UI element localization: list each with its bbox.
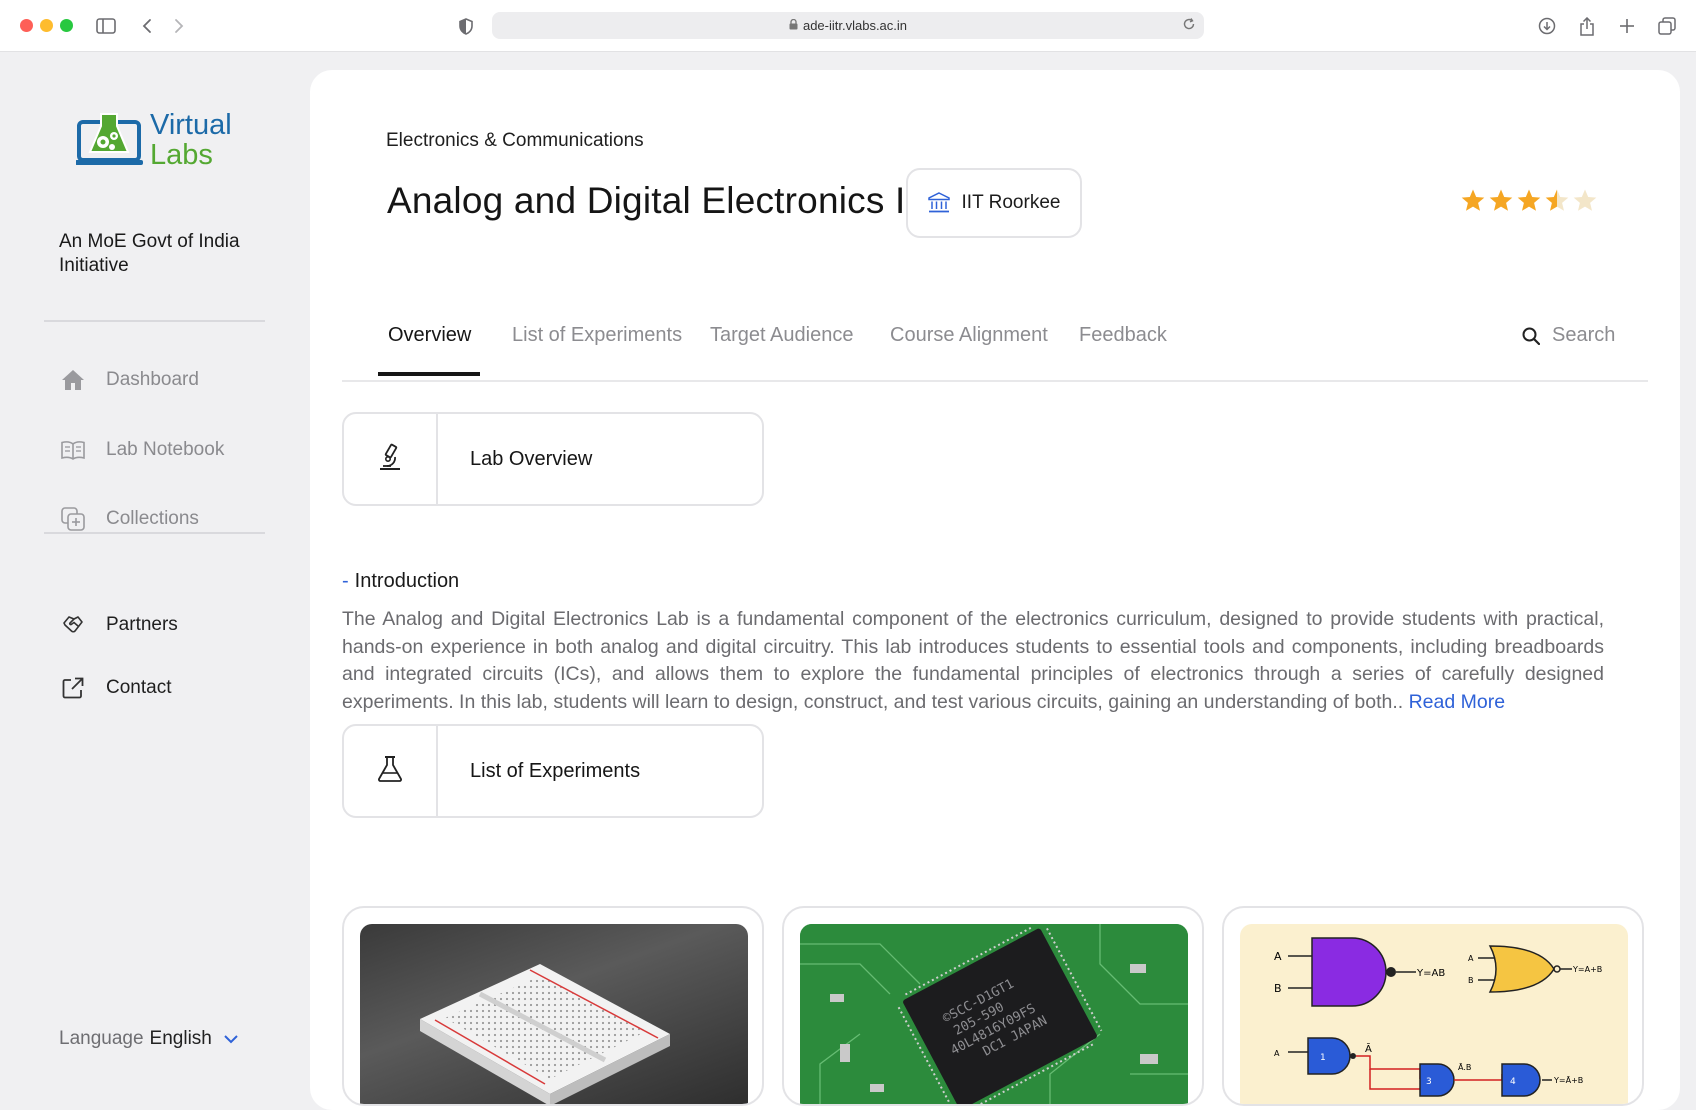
notebook-icon (58, 435, 88, 465)
logic-gates-image: A B Y=AB A B Y=A+B A 1 Ā 3 Ā.B 4 Y=Ā+B (1240, 924, 1628, 1104)
gate-label: Ā.B (1458, 1062, 1471, 1072)
chevron-down-icon (224, 1028, 238, 1050)
active-tab-indicator (378, 372, 480, 376)
new-tab-icon[interactable] (1613, 12, 1641, 40)
search-label: Search (1552, 324, 1616, 346)
initiative-text: An MoE Govt of India Initiative (59, 231, 240, 276)
institute-chip[interactable]: IIT Roorkee (906, 168, 1082, 238)
ic-chip-image: ©SCC-D1GT1 205-590 40L4816Y09FS DC1 JAPA… (800, 924, 1188, 1104)
sidebar-item-lab-notebook[interactable]: Lab Notebook (58, 430, 224, 470)
tab-target-audience[interactable]: Target Audience (710, 324, 853, 347)
beaker-icon (377, 755, 403, 788)
tab-feedback[interactable]: Feedback (1079, 324, 1167, 347)
star-icon (1573, 189, 1597, 211)
external-link-icon (58, 673, 88, 703)
breadboard-image (360, 924, 748, 1104)
sidebar-item-partners[interactable]: Partners (58, 605, 178, 645)
microscope-icon (377, 443, 403, 476)
sidebar-item-dashboard[interactable]: Dashboard (58, 360, 199, 400)
tab-overview[interactable]: Overview (388, 324, 471, 347)
gate-label: B (1468, 976, 1474, 985)
home-icon (58, 365, 88, 395)
sidebar-item-label: Contact (106, 677, 172, 698)
sidebar-item-label: Dashboard (106, 369, 199, 390)
star-icon (1517, 189, 1541, 211)
star-icon (1545, 189, 1569, 211)
collections-icon (58, 504, 88, 534)
page-title: Analog and Digital Electronics I (387, 180, 906, 221)
sidebar-item-label: Collections (106, 508, 199, 529)
gate-label: Y=AB (1416, 968, 1445, 979)
sidebar-divider (44, 532, 265, 534)
download-icon[interactable] (1533, 12, 1561, 40)
list-of-experiments-header[interactable]: List of Experiments (342, 724, 764, 818)
search-button[interactable]: Search (1522, 324, 1615, 347)
language-value: English (149, 1028, 212, 1049)
address-bar[interactable]: ade-iitr.vlabs.ac.in (492, 12, 1204, 39)
language-selector[interactable]: Language English (59, 1028, 238, 1050)
maximize-window-button[interactable] (60, 19, 73, 32)
reload-icon[interactable] (1182, 17, 1196, 34)
share-icon[interactable] (1573, 12, 1601, 40)
gate-label: 1 (1320, 1053, 1326, 1063)
star-icon (1489, 189, 1513, 211)
experiment-card[interactable]: ©SCC-D1GT1 205-590 40L4816Y09FS DC1 JAPA… (782, 906, 1204, 1106)
sidebar-divider (44, 320, 265, 322)
introduction-heading: - Introduction (342, 570, 460, 592)
browser-toolbar: ade-iitr.vlabs.ac.in (0, 0, 1696, 52)
gate-label: B (1274, 982, 1282, 995)
institution-icon (927, 192, 950, 214)
institute-name: IIT Roorkee (961, 192, 1061, 213)
search-icon (1522, 327, 1540, 345)
tab-overview-icon[interactable] (1653, 12, 1681, 40)
gate-label: Ā (1365, 1042, 1372, 1055)
experiment-card[interactable]: A B Y=AB A B Y=A+B A 1 Ā 3 Ā.B 4 Y=Ā+B (1222, 906, 1644, 1106)
sidebar-item-label: Partners (106, 614, 178, 635)
introduction-text: The Analog and Digital Electronics Lab i… (342, 608, 1604, 713)
forward-icon[interactable] (165, 12, 193, 40)
gate-label: 3 (1426, 1077, 1432, 1087)
back-icon[interactable] (133, 12, 161, 40)
language-label: Language (59, 1028, 144, 1049)
read-more-link[interactable]: Read More (1409, 691, 1505, 713)
sidebar-toggle-icon[interactable] (92, 12, 120, 40)
flask-logo-icon (76, 113, 143, 165)
close-window-button[interactable] (20, 19, 33, 32)
logo-line-2: Labs (150, 139, 213, 171)
logo-line-1: Virtual (150, 109, 232, 141)
gate-label: A (1274, 950, 1282, 963)
tab-list-of-experiments[interactable]: List of Experiments (512, 324, 682, 347)
gate-label: Y=Ā+B (1553, 1075, 1583, 1085)
sidebar-item-label: Lab Notebook (106, 439, 225, 460)
url-text: ade-iitr.vlabs.ac.in (802, 18, 908, 33)
lock-icon (789, 18, 798, 33)
sidebar-item-contact[interactable]: Contact (58, 668, 171, 708)
privacy-shield-icon[interactable] (452, 12, 480, 40)
gate-label: Y=A+B (1572, 965, 1602, 974)
gate-label: 4 (1510, 1077, 1516, 1087)
star-icon (1461, 189, 1485, 211)
lab-category: Electronics & Communications (386, 130, 644, 151)
rating-stars (1460, 188, 1598, 214)
handshake-icon (58, 610, 88, 640)
section-title: Lab Overview (470, 447, 593, 470)
gate-label: A (1274, 1049, 1280, 1058)
sidebar: Virtual Labs An MoE Govt of India Initia… (0, 52, 310, 1096)
tab-course-alignment[interactable]: Course Alignment (890, 324, 1048, 347)
lab-overview-header[interactable]: Lab Overview (342, 412, 764, 506)
experiment-card[interactable] (342, 906, 764, 1106)
tab-bar: Overview List of Experiments Target Audi… (342, 316, 1648, 382)
gate-label: A (1468, 954, 1474, 963)
main-content: Electronics & Communications Analog and … (310, 70, 1680, 1110)
virtual-labs-logo[interactable]: Virtual Labs (76, 108, 246, 178)
minimize-window-button[interactable] (40, 19, 53, 32)
section-title: List of Experiments (470, 759, 641, 782)
